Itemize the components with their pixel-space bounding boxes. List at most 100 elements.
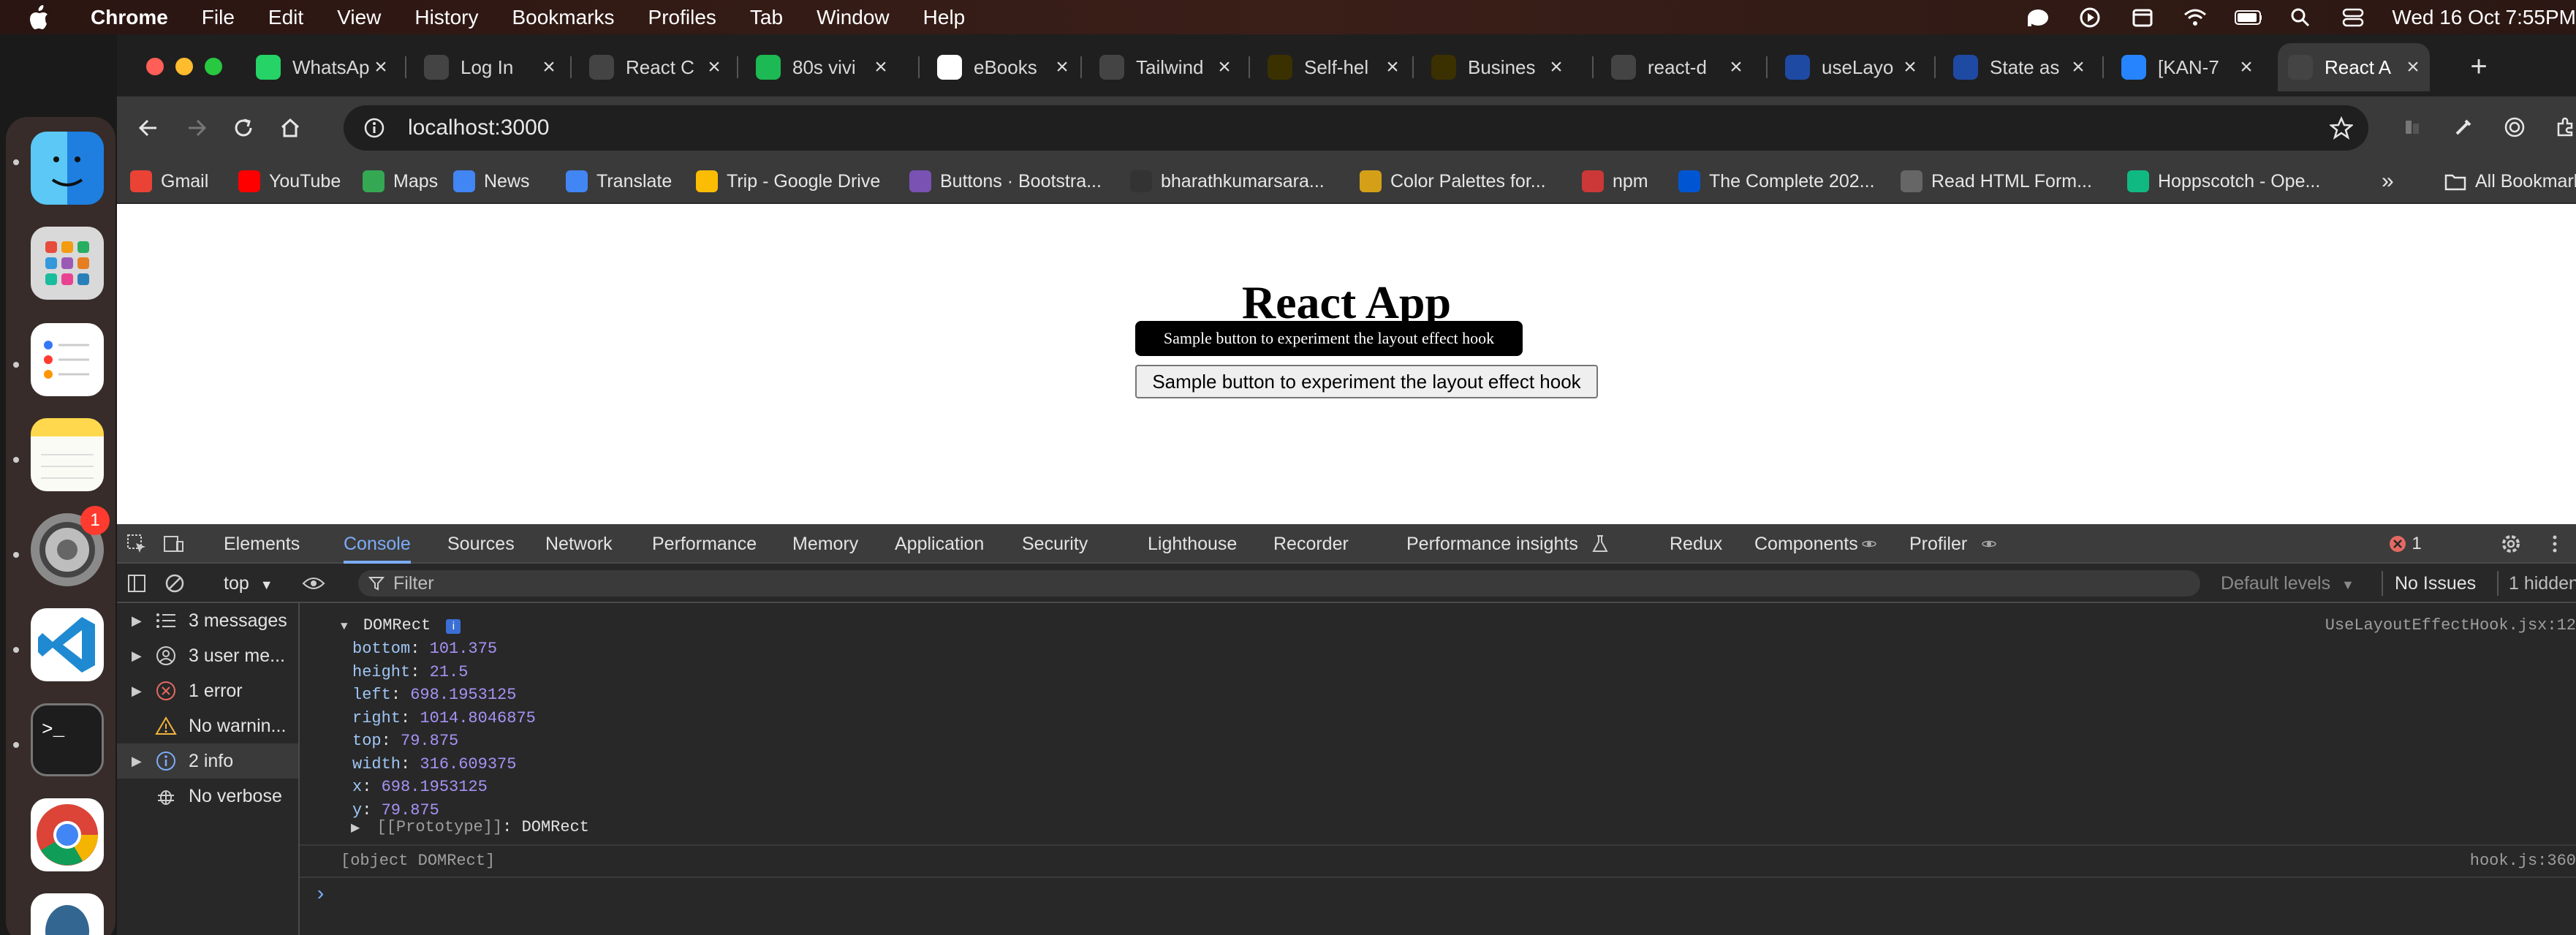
close-tab-icon[interactable]: × (370, 55, 392, 80)
devtools-tab-redux[interactable]: Redux (1670, 524, 1722, 564)
eyedropper-icon[interactable] (2447, 111, 2480, 143)
close-tab-icon[interactable]: × (703, 55, 725, 80)
browser-tab[interactable]: React C × (579, 43, 731, 91)
back-arrow-icon[interactable] (132, 111, 165, 145)
browser-tab[interactable]: WhatsApp× (246, 43, 398, 91)
browser-tab[interactable]: eBooks × (927, 43, 1079, 91)
devtools-tab-performance-insights[interactable]: Performance insights (1406, 524, 1578, 564)
browser-tab[interactable]: Tailwind × (1089, 43, 1241, 91)
close-tab-icon[interactable]: × (870, 55, 892, 80)
error-count-badge[interactable]: 1 (2383, 531, 2427, 556)
browser-tab[interactable]: Busines × (1421, 43, 1573, 91)
new-tab-plus-icon[interactable]: + (2462, 50, 2496, 84)
bookmarks-overflow-chevron-icon[interactable]: » (2382, 166, 2394, 197)
home-icon[interactable] (273, 111, 307, 145)
context-selector[interactable]: top ▼ (224, 564, 273, 603)
bookmark-item[interactable]: Hoppscotch - Ope... (2127, 166, 2320, 197)
close-tab-icon[interactable]: × (1899, 55, 1921, 80)
browser-tab[interactable]: State as × (1943, 43, 2095, 91)
menu-history[interactable]: History (414, 6, 478, 29)
console-object-header[interactable]: ▼ DOMRect i (341, 616, 461, 635)
extension-puzzle-muted-icon[interactable] (2396, 111, 2428, 143)
close-tab-icon[interactable]: × (1051, 55, 1073, 80)
minimize-window-button[interactable] (175, 58, 193, 75)
forward-arrow-icon[interactable] (180, 111, 213, 145)
source-link[interactable]: hook.js:360 (2470, 852, 2576, 870)
bookmark-item[interactable]: Color Palettes for... (1360, 166, 1546, 197)
devtools-settings-gear-icon[interactable] (2499, 531, 2523, 556)
close-tab-icon[interactable]: × (538, 55, 560, 80)
dock-reminders-icon[interactable] (31, 323, 104, 396)
bookmark-item[interactable]: Read HTML Form... (1901, 166, 2092, 197)
console-prompt[interactable]: › (314, 884, 327, 906)
target-extension-icon[interactable] (2499, 111, 2531, 143)
bookmark-item[interactable]: YouTube (238, 166, 341, 197)
close-tab-icon[interactable]: × (2402, 55, 2424, 80)
devtools-tab-sources[interactable]: Sources (447, 524, 515, 564)
devtools-tab-components[interactable]: Components (1754, 524, 1858, 564)
close-tab-icon[interactable]: × (2235, 55, 2257, 80)
clear-console-icon[interactable] (162, 571, 187, 596)
devtools-tab-profiler[interactable]: Profiler (1909, 524, 1967, 564)
issues-button[interactable]: No Issues (2395, 564, 2476, 603)
bookmark-item[interactable]: Buttons · Bootstra... (909, 166, 1102, 197)
menu-file[interactable]: File (202, 6, 235, 29)
show-sidebar-icon[interactable] (124, 571, 149, 596)
menu-app-name[interactable]: Chrome (91, 6, 168, 29)
sidebar-item-warnings[interactable]: No warnin... (117, 708, 298, 743)
zoom-window-button[interactable] (205, 58, 222, 75)
bookmark-item[interactable]: bharathkumarsara... (1130, 166, 1325, 197)
url-text[interactable]: localhost:3000 (408, 116, 549, 140)
calendar-icon[interactable] (2129, 7, 2156, 29)
devtools-tab-recorder[interactable]: Recorder (1273, 524, 1349, 564)
dock-chrome-icon[interactable] (31, 798, 104, 871)
browser-tab[interactable]: Self-hel × (1257, 43, 1409, 91)
devtools-tab-memory[interactable]: Memory (792, 524, 858, 564)
dock-notes-icon[interactable] (31, 418, 104, 491)
devtools-tab-application[interactable]: Application (895, 524, 984, 564)
close-tab-icon[interactable]: × (1382, 55, 1403, 80)
sidebar-item-errors[interactable]: ▶ 1 error (117, 673, 298, 708)
bookmark-item[interactable]: npm (1582, 166, 1648, 197)
menu-profiles[interactable]: Profiles (648, 6, 716, 29)
play-icon[interactable] (2076, 7, 2104, 29)
sample-layout-effect-button[interactable]: Sample button to experiment the layout e… (1135, 365, 1598, 398)
bookmark-star-icon[interactable] (2326, 113, 2357, 143)
menu-window[interactable]: Window (817, 6, 890, 29)
devtools-tab-security[interactable]: Security (1022, 524, 1088, 564)
inspect-element-icon[interactable] (124, 531, 149, 556)
bookmark-item[interactable]: Gmail (130, 166, 208, 197)
menu-help[interactable]: Help (923, 6, 966, 29)
bookmark-item[interactable]: News (453, 166, 530, 197)
close-tab-icon[interactable]: × (1213, 55, 1235, 80)
sidebar-item-verbose[interactable]: No verbose (117, 779, 298, 814)
reload-icon[interactable] (227, 111, 260, 145)
close-tab-icon[interactable]: × (1725, 55, 1747, 80)
menu-view[interactable]: View (337, 6, 381, 29)
devtools-tab-elements[interactable]: Elements (224, 524, 300, 564)
battery-icon[interactable] (2234, 7, 2262, 29)
dock-pgadmin-icon[interactable] (31, 893, 104, 935)
close-tab-icon[interactable]: × (2067, 55, 2089, 80)
menu-edit[interactable]: Edit (268, 6, 303, 29)
browser-tab[interactable]: react-d × (1601, 43, 1753, 91)
apple-icon[interactable] (28, 4, 54, 31)
elephant-icon[interactable] (2023, 7, 2051, 29)
site-info-icon[interactable] (360, 113, 389, 143)
devtools-tab-console[interactable]: Console (344, 524, 411, 564)
devtools-more-menu-icon[interactable] (2542, 531, 2567, 556)
sidebar-item-info[interactable]: ▶ 2 info (117, 743, 298, 779)
bookmark-item[interactable]: Trip - Google Drive (696, 166, 880, 197)
device-toolbar-icon[interactable] (161, 531, 186, 556)
log-levels-dropdown[interactable]: Default levels ▼ (2221, 564, 2355, 603)
dock-terminal-icon[interactable]: >_ (31, 703, 104, 776)
dock-finder-icon[interactable] (31, 132, 104, 205)
close-tab-icon[interactable]: × (1545, 55, 1567, 80)
source-link[interactable]: UseLayoutEffectHook.jsx:12 (2325, 616, 2576, 635)
all-bookmarks-folder[interactable]: All Bookmarks (2444, 166, 2576, 197)
browser-tab[interactable]: 80s vivi × (746, 43, 898, 91)
browser-tab[interactable]: [KAN-7 × (2111, 43, 2263, 91)
control-center-icon[interactable] (2339, 7, 2367, 29)
devtools-tab-lighthouse[interactable]: Lighthouse (1148, 524, 1237, 564)
address-bar[interactable]: localhost:3000 (344, 105, 2368, 151)
